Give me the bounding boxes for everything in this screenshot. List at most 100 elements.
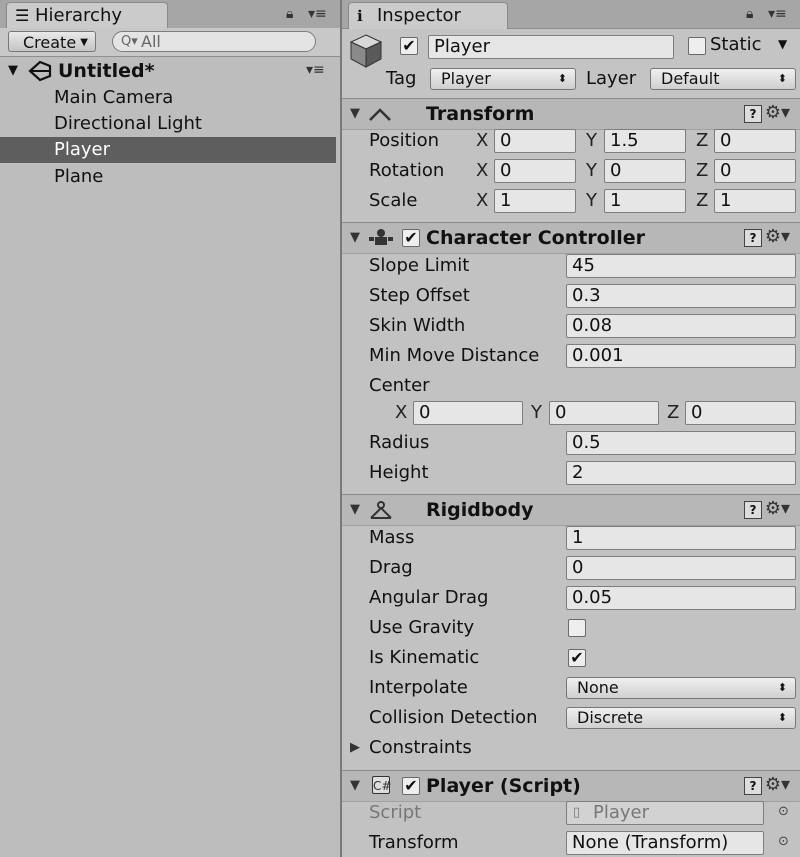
drag-field[interactable]: 0	[566, 556, 796, 580]
scale-x-field[interactable]: 1	[494, 189, 576, 213]
center-z-field[interactable]: 0	[685, 401, 796, 425]
height-field[interactable]: 2	[566, 461, 796, 485]
scale-z-field[interactable]: 1	[714, 189, 796, 213]
min-move-distance-value: 0.001	[572, 345, 624, 366]
hierarchy-item-main-camera[interactable]: Main Camera	[0, 85, 336, 111]
foldout-open-icon[interactable]: ▼	[350, 495, 360, 525]
gear-icon[interactable]: ⚙▾	[765, 497, 790, 521]
axis-y-label: Y	[531, 402, 542, 423]
gear-icon[interactable]: ⚙▾	[765, 773, 790, 797]
create-button[interactable]: Create ▼	[8, 31, 96, 52]
axis-x-label: X	[395, 402, 408, 423]
foldout-open-icon[interactable]: ▼	[350, 223, 360, 253]
radius-field[interactable]: 0.5	[566, 431, 796, 455]
scale-label: Scale	[369, 190, 418, 211]
min-move-distance-label: Min Move Distance	[369, 345, 540, 366]
constraints-label[interactable]: Constraints	[369, 736, 472, 760]
script-icon: C#	[372, 776, 391, 794]
axis-y-label: Y	[586, 190, 597, 211]
hierarchy-item-directional-light[interactable]: Directional Light	[0, 111, 336, 137]
position-y-value: 1.5	[610, 130, 639, 151]
updown-icon: ⬍	[777, 72, 787, 85]
hierarchy-panel: ☰ Hierarchy 🔒︎ ▾≡ Create ▼ Q▾ All ▼ Unti…	[0, 0, 342, 857]
position-x-field[interactable]: 0	[494, 129, 576, 153]
layer-dropdown[interactable]: Default ⬍	[650, 68, 796, 90]
axis-y-label: Y	[586, 130, 597, 151]
script-transform-field[interactable]: None (Transform)	[566, 831, 764, 855]
center-z-value: 0	[691, 402, 703, 423]
skin-width-field[interactable]: 0.08	[566, 314, 796, 338]
foldout-open-icon[interactable]: ▼	[8, 57, 18, 85]
lock-icon[interactable]: 🔒︎	[746, 6, 753, 22]
rotation-z-field[interactable]: 0	[714, 159, 796, 183]
help-icon[interactable]: ?	[744, 229, 762, 247]
step-offset-field[interactable]: 0.3	[566, 284, 796, 308]
hierarchy-tab[interactable]: ☰ Hierarchy	[6, 2, 168, 29]
radius-value: 0.5	[572, 432, 601, 453]
min-move-distance-field[interactable]: 0.001	[566, 344, 796, 368]
static-checkbox[interactable]	[688, 37, 706, 55]
position-y-field[interactable]: 1.5	[604, 129, 686, 153]
player-script-enabled-checkbox[interactable]: ✔	[402, 777, 420, 795]
tag-dropdown[interactable]: Player ⬍	[430, 68, 576, 90]
center-y-field[interactable]: 0	[549, 401, 659, 425]
updown-icon: ⬍	[557, 72, 567, 85]
character-controller-icon	[369, 229, 393, 245]
mass-field[interactable]: 1	[566, 526, 796, 550]
player-script-header[interactable]: ▼ C# ✔ Player (Script) ? ⚙▾	[342, 770, 800, 802]
hierarchy-item-plane[interactable]: Plane	[0, 164, 336, 190]
object-picker-icon[interactable]: ⊙	[778, 834, 789, 849]
position-z-field[interactable]: 0	[714, 129, 796, 153]
slope-limit-field[interactable]: 45	[566, 254, 796, 278]
mass-value: 1	[572, 527, 584, 548]
foldout-open-icon[interactable]: ▼	[350, 99, 360, 129]
is-kinematic-checkbox[interactable]: ✔	[568, 649, 586, 667]
hierarchy-item-player[interactable]: Player	[0, 137, 336, 163]
active-checkbox[interactable]: ✔	[400, 37, 418, 55]
scale-y-value: 1	[610, 190, 622, 211]
use-gravity-checkbox[interactable]	[568, 619, 586, 637]
foldout-open-icon[interactable]: ▼	[350, 771, 360, 801]
center-x-field[interactable]: 0	[413, 401, 523, 425]
foldout-closed-icon[interactable]: ▶	[350, 740, 360, 755]
drag-label: Drag	[369, 557, 413, 578]
lock-icon[interactable]: 🔒︎	[286, 6, 293, 22]
gear-icon[interactable]: ⚙▾	[765, 101, 790, 125]
scale-y-field[interactable]: 1	[604, 189, 686, 213]
position-z-value: 0	[720, 130, 732, 151]
scene-menu-icon[interactable]: ▾≡	[306, 56, 325, 84]
rotation-y-field[interactable]: 0	[604, 159, 686, 183]
hierarchy-item-label: Main Camera	[54, 87, 174, 108]
search-input[interactable]: Q▾ All	[112, 31, 316, 52]
interpolate-dropdown[interactable]: None ⬍	[566, 677, 796, 699]
character-controller-enabled-checkbox[interactable]: ✔	[402, 229, 420, 247]
gear-icon[interactable]: ⚙▾	[765, 225, 790, 249]
rigidbody-header[interactable]: ▼ Rigidbody ? ⚙▾	[342, 494, 800, 526]
collision-detection-dropdown[interactable]: Discrete ⬍	[566, 707, 796, 729]
help-icon[interactable]: ?	[744, 105, 762, 123]
skin-width-label: Skin Width	[369, 315, 466, 336]
menu-icon[interactable]: ▾≡	[308, 6, 327, 22]
help-icon[interactable]: ?	[744, 777, 762, 795]
hierarchy-tabbar: ☰ Hierarchy 🔒︎ ▾≡	[0, 0, 340, 29]
rotation-x-field[interactable]: 0	[494, 159, 576, 183]
step-offset-label: Step Offset	[369, 285, 470, 306]
rotation-y-value: 0	[610, 160, 622, 181]
static-dropdown-icon[interactable]: ▼	[778, 37, 787, 51]
angular-drag-field[interactable]: 0.05	[566, 586, 796, 610]
layer-value: Default	[661, 69, 720, 88]
inspector-tab[interactable]: ℹ Inspector	[348, 2, 508, 29]
step-offset-value: 0.3	[572, 285, 601, 306]
list-icon: ☰	[15, 6, 30, 25]
scene-root[interactable]: ▼ Untitled* ▾≡	[0, 57, 340, 85]
menu-icon[interactable]: ▾≡	[768, 6, 787, 22]
object-name-field[interactable]: Player	[428, 35, 674, 59]
character-controller-header[interactable]: ▼ ✔ Character Controller ? ⚙▾	[342, 222, 800, 254]
transform-header[interactable]: ▼ Transform ? ⚙▾	[342, 98, 800, 130]
updown-icon: ⬍	[777, 681, 787, 694]
axis-x-label: X	[476, 190, 489, 211]
script-value: Player	[593, 802, 650, 823]
height-value: 2	[572, 462, 584, 483]
center-x-value: 0	[419, 402, 431, 423]
help-icon[interactable]: ?	[744, 501, 762, 519]
